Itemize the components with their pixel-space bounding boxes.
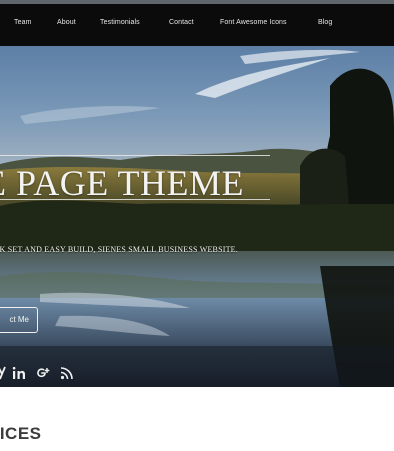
title-rule-bottom bbox=[0, 199, 270, 200]
nav-item-team[interactable]: Team bbox=[14, 19, 32, 26]
top-navbar: Team About Testimonials Contact Font Awe… bbox=[0, 0, 394, 47]
contact-me-button[interactable]: ct Me bbox=[0, 307, 38, 333]
hero-landscape-image bbox=[0, 46, 394, 387]
nav-item-about[interactable]: About bbox=[57, 19, 76, 26]
hero-tagline: CK SET AND EASY BUILD, SIENES SMALL BUSI… bbox=[0, 245, 238, 254]
nav-item-font-awesome-icons[interactable]: Font Awesome Icons bbox=[220, 19, 287, 26]
navbar-top-border bbox=[0, 0, 394, 4]
hero-title: E PAGE THEME bbox=[0, 163, 245, 203]
title-rule-top bbox=[0, 155, 270, 156]
hero-banner: E PAGE THEME CK SET AND EASY BUILD, SIEN… bbox=[0, 46, 394, 387]
nav-item-testimonials[interactable]: Testimonials bbox=[100, 19, 140, 26]
services-heading: VICES bbox=[0, 424, 42, 443]
nav-item-blog[interactable]: Blog bbox=[318, 19, 332, 26]
nav-item-contact[interactable]: Contact bbox=[169, 19, 194, 26]
